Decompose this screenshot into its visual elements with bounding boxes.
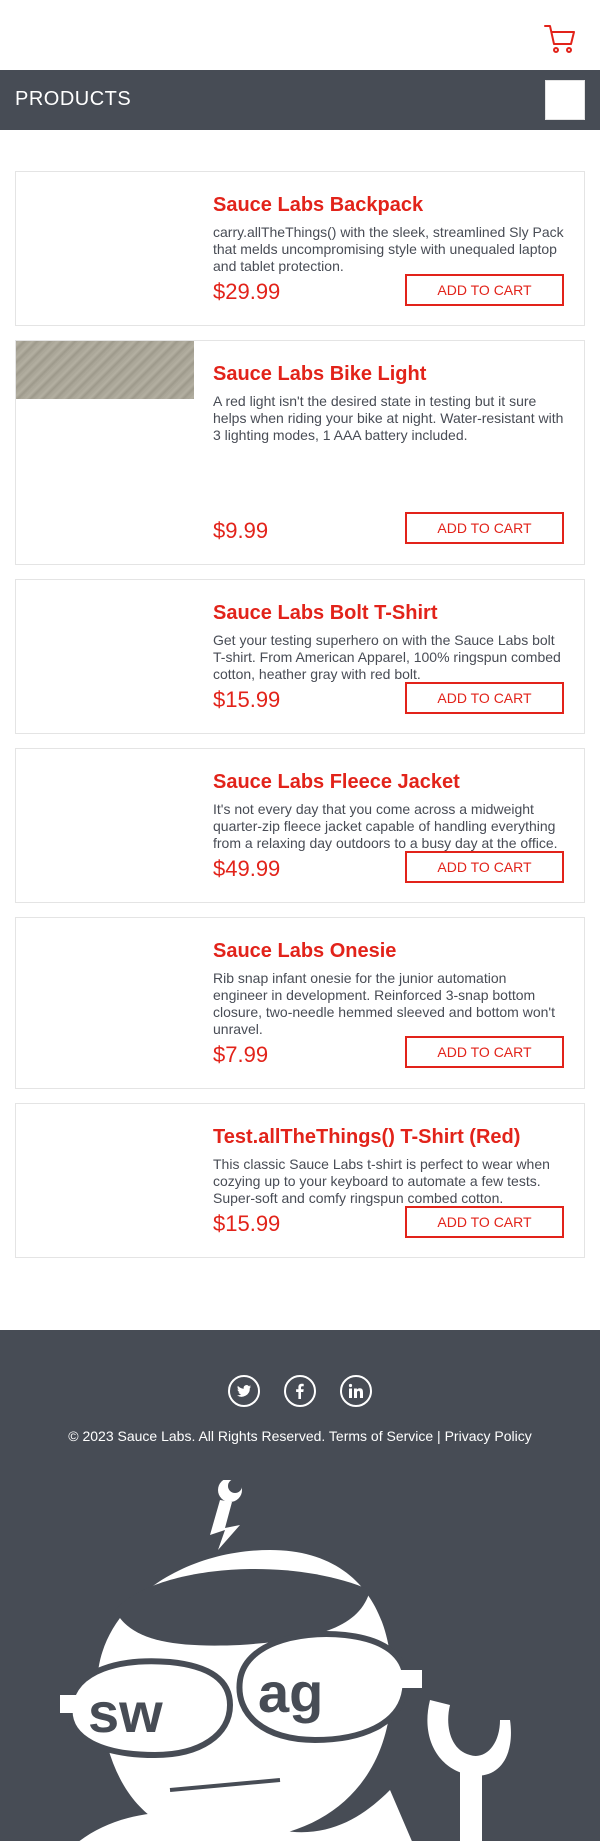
inventory-item: Sauce Labs Backpack carry.allTheThings()… [15,171,585,326]
product-description: Rib snap infant onesie for the junior au… [213,970,555,1037]
secondary-header: PRODUCTS [0,70,600,130]
add-to-cart-button[interactable]: ADD TO CART [405,1036,564,1068]
add-to-cart-button[interactable]: ADD TO CART [405,1206,564,1238]
product-price: $15.99 [213,1211,281,1236]
social-links [0,1375,600,1407]
product-name-link[interactable]: Sauce Labs Bike Light [213,361,564,387]
add-to-cart-button[interactable]: ADD TO CART [405,512,564,544]
linkedin-icon[interactable] [340,1375,373,1407]
shopping-cart-icon[interactable] [544,24,576,54]
product-description: Get your testing superhero on with the S… [213,632,561,682]
swag-robot-logo: sw ag [60,1480,511,1841]
product-image[interactable] [16,749,194,807]
inventory-list: Sauce Labs Backpack carry.allTheThings()… [15,171,585,1272]
twitter-icon[interactable] [227,1375,260,1407]
page-title: PRODUCTS [15,88,132,110]
product-description: A red light isn't the desired state in t… [213,393,564,443]
product-image[interactable] [16,1104,194,1162]
add-to-cart-button[interactable]: ADD TO CART [405,682,564,714]
product-name-link[interactable]: Sauce Labs Backpack [213,192,564,218]
product-image[interactable] [16,341,194,399]
product-name-link[interactable]: Sauce Labs Fleece Jacket [213,769,564,795]
inventory-item: Sauce Labs Onesie Rib snap infant onesie… [15,917,585,1089]
svg-text:sw: sw [88,1681,163,1744]
product-description: carry.allTheThings() with the sleek, str… [213,224,564,274]
product-name-link[interactable]: Test.allTheThings() T-Shirt (Red) [213,1124,564,1150]
inventory-item: Sauce Labs Bike Light A red light isn't … [15,340,585,565]
product-price: $49.99 [213,856,281,881]
svg-text:ag: ag [258,1661,323,1724]
add-to-cart-button[interactable]: ADD TO CART [405,851,564,883]
product-image[interactable] [16,172,194,230]
sort-dropdown[interactable] [545,80,585,120]
footer: © 2023 Sauce Labs. All Rights Reserved. … [0,1330,600,1841]
add-to-cart-button[interactable]: ADD TO CART [405,274,564,306]
product-image[interactable] [16,918,194,976]
copyright-text: © 2023 Sauce Labs. All Rights Reserved. … [68,1428,532,1444]
product-name-link[interactable]: Sauce Labs Onesie [213,938,564,964]
product-description: It's not every day that you come across … [213,801,558,851]
product-description: This classic Sauce Labs t-shirt is perfe… [213,1156,550,1206]
facebook-icon[interactable] [284,1375,316,1407]
inventory-item: Sauce Labs Bolt T-Shirt Get your testing… [15,579,585,734]
top-bar [0,0,600,70]
inventory-item: Sauce Labs Fleece Jacket It's not every … [15,748,585,903]
product-price: $7.99 [213,1042,269,1067]
product-price: $9.99 [213,518,269,543]
product-price: $29.99 [213,279,281,304]
product-name-link[interactable]: Sauce Labs Bolt T-Shirt [213,600,564,626]
inventory-item: Test.allTheThings() T-Shirt (Red) This c… [15,1103,585,1258]
product-image[interactable] [16,580,194,638]
product-price: $15.99 [213,687,281,712]
